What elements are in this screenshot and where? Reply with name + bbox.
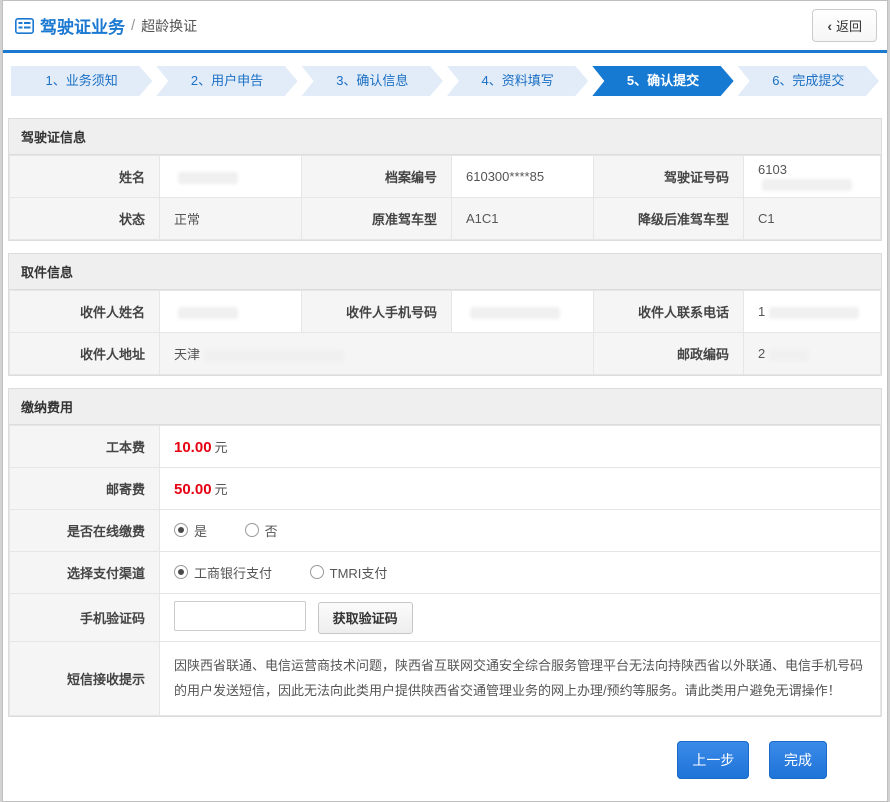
pickup-info-table: 收件人姓名 收件人手机号码 收件人联系电话 1 收件人地址 天津 邮政编码 2 <box>9 290 881 375</box>
redacted-area <box>769 307 859 319</box>
verification-code-input[interactable] <box>174 601 306 631</box>
verification-code-row: 获取验证码 <box>160 594 881 642</box>
radio-channel-icbc[interactable]: 工商银行支付 <box>174 563 272 582</box>
radio-selected-icon <box>174 565 188 579</box>
header: 驾驶证业务 / 超龄换证 ‹ 返回 <box>3 1 887 53</box>
table-row: 邮寄费 50.00元 <box>10 468 881 510</box>
field-label-recipient-phone: 收件人联系电话 <box>594 291 744 333</box>
field-label-original-class: 原准驾车型 <box>302 198 452 240</box>
field-label-postcode: 邮政编码 <box>594 333 744 375</box>
field-label-verification-code: 手机验证码 <box>10 594 160 642</box>
step-1-notice[interactable]: 1、业务须知 <box>11 66 152 96</box>
mailing-fee-unit: 元 <box>215 482 228 497</box>
table-row: 姓名 档案编号 610300****85 驾驶证号码 6103 <box>10 156 881 198</box>
redacted-area <box>762 179 852 191</box>
field-label-license-number: 驾驶证号码 <box>594 156 744 198</box>
back-button[interactable]: ‹ 返回 <box>812 9 877 42</box>
online-payment-options: 是 否 <box>160 510 881 552</box>
field-value-downgraded-class: C1 <box>744 198 881 240</box>
table-row: 状态 正常 原准驾车型 A1C1 降级后准驾车型 C1 <box>10 198 881 240</box>
previous-step-button[interactable]: 上一步 <box>677 741 749 779</box>
field-label-name: 姓名 <box>10 156 160 198</box>
radio-online-no[interactable]: 否 <box>245 521 278 540</box>
field-label-online-payment: 是否在线缴费 <box>10 510 160 552</box>
mailing-fee-amount: 50.00 <box>174 481 212 498</box>
field-value-name <box>160 156 302 198</box>
table-row: 手机验证码 获取验证码 <box>10 594 881 642</box>
breadcrumb-current: 超龄换证 <box>141 16 197 36</box>
pickup-info-section: 取件信息 收件人姓名 收件人手机号码 收件人联系电话 1 收件人地址 天津 邮政… <box>8 253 882 376</box>
radio-channel-tmri[interactable]: TMRI支付 <box>310 563 388 582</box>
redacted-area <box>769 349 809 361</box>
back-button-label: 返回 <box>836 16 862 35</box>
field-value-license-number: 6103 <box>744 156 881 198</box>
production-fee-amount: 10.00 <box>174 439 212 456</box>
radio-label: 工商银行支付 <box>194 563 272 582</box>
license-business-icon <box>15 18 34 34</box>
section-title-license: 驾驶证信息 <box>9 119 881 155</box>
production-fee-unit: 元 <box>215 440 228 455</box>
radio-online-yes[interactable]: 是 <box>174 521 207 540</box>
field-value-recipient-phone: 1 <box>744 291 881 333</box>
step-wizard: 1、业务须知 2、用户申告 3、确认信息 4、资料填写 5、确认提交 6、完成提… <box>3 53 887 108</box>
radio-unselected-icon <box>310 565 324 579</box>
footer-actions: 上一步 完成 <box>3 729 887 795</box>
page: 驾驶证业务 / 超龄换证 ‹ 返回 1、业务须知 2、用户申告 3、确认信息 4… <box>2 0 888 802</box>
chevron-left-icon: ‹ <box>827 19 832 33</box>
table-row: 是否在线缴费 是 否 <box>10 510 881 552</box>
radio-label: 是 <box>194 521 207 540</box>
section-title-pickup: 取件信息 <box>9 254 881 290</box>
field-value-recipient-name <box>160 291 302 333</box>
table-row: 工本费 10.00元 <box>10 426 881 468</box>
field-value-postcode: 2 <box>744 333 881 375</box>
field-value-recipient-mobile <box>452 291 594 333</box>
field-label-sms-notice: 短信接收提示 <box>10 642 160 716</box>
field-label-file-number: 档案编号 <box>302 156 452 198</box>
field-label-recipient-mobile: 收件人手机号码 <box>302 291 452 333</box>
redacted-area <box>204 350 344 362</box>
radio-label: TMRI支付 <box>330 563 388 582</box>
field-label-production-fee: 工本费 <box>10 426 160 468</box>
get-verification-code-button[interactable]: 获取验证码 <box>318 602 413 634</box>
table-row: 选择支付渠道 工商银行支付 TMRI支付 <box>10 552 881 594</box>
finish-button[interactable]: 完成 <box>769 741 827 779</box>
field-value-recipient-address: 天津 <box>160 333 594 375</box>
step-5-confirm-submit[interactable]: 5、确认提交 <box>592 66 733 96</box>
sms-notice-text: 因陕西省联通、电信运营商技术问题，陕西省互联网交通安全综合服务管理平台无法向持陕… <box>160 642 881 716</box>
payment-channel-options: 工商银行支付 TMRI支付 <box>160 552 881 594</box>
field-label-recipient-name: 收件人姓名 <box>10 291 160 333</box>
step-3-confirm-info[interactable]: 3、确认信息 <box>302 66 443 96</box>
redacted-area <box>470 307 560 319</box>
license-info-table: 姓名 档案编号 610300****85 驾驶证号码 6103 状态 正常 原准… <box>9 155 881 240</box>
field-label-status: 状态 <box>10 198 160 240</box>
field-value-status: 正常 <box>160 198 302 240</box>
field-value-mailing-fee: 50.00元 <box>160 468 881 510</box>
field-label-downgraded-class: 降级后准驾车型 <box>594 198 744 240</box>
field-label-mailing-fee: 邮寄费 <box>10 468 160 510</box>
table-row: 收件人姓名 收件人手机号码 收件人联系电话 1 <box>10 291 881 333</box>
fees-section: 缴纳费用 工本费 10.00元 邮寄费 50.00元 是否在线缴费 <box>8 388 882 717</box>
field-label-payment-channel: 选择支付渠道 <box>10 552 160 594</box>
table-row: 收件人地址 天津 邮政编码 2 <box>10 333 881 375</box>
step-4-fill-data[interactable]: 4、资料填写 <box>447 66 588 96</box>
redacted-area <box>178 172 238 184</box>
radio-selected-icon <box>174 523 188 537</box>
breadcrumb-separator: / <box>131 17 135 34</box>
radio-label: 否 <box>265 521 278 540</box>
page-title: 驾驶证业务 <box>40 13 125 38</box>
fees-table: 工本费 10.00元 邮寄费 50.00元 是否在线缴费 是 <box>9 425 881 716</box>
field-value-file-number: 610300****85 <box>452 156 594 198</box>
step-2-declaration[interactable]: 2、用户申告 <box>156 66 297 96</box>
field-value-original-class: A1C1 <box>452 198 594 240</box>
field-value-production-fee: 10.00元 <box>160 426 881 468</box>
license-info-section: 驾驶证信息 姓名 档案编号 610300****85 驾驶证号码 6103 状态… <box>8 118 882 241</box>
table-row: 短信接收提示 因陕西省联通、电信运营商技术问题，陕西省互联网交通安全综合服务管理… <box>10 642 881 716</box>
redacted-area <box>178 307 238 319</box>
field-label-recipient-address: 收件人地址 <box>10 333 160 375</box>
radio-unselected-icon <box>245 523 259 537</box>
section-title-fees: 缴纳费用 <box>9 389 881 425</box>
step-6-complete[interactable]: 6、完成提交 <box>738 66 879 96</box>
